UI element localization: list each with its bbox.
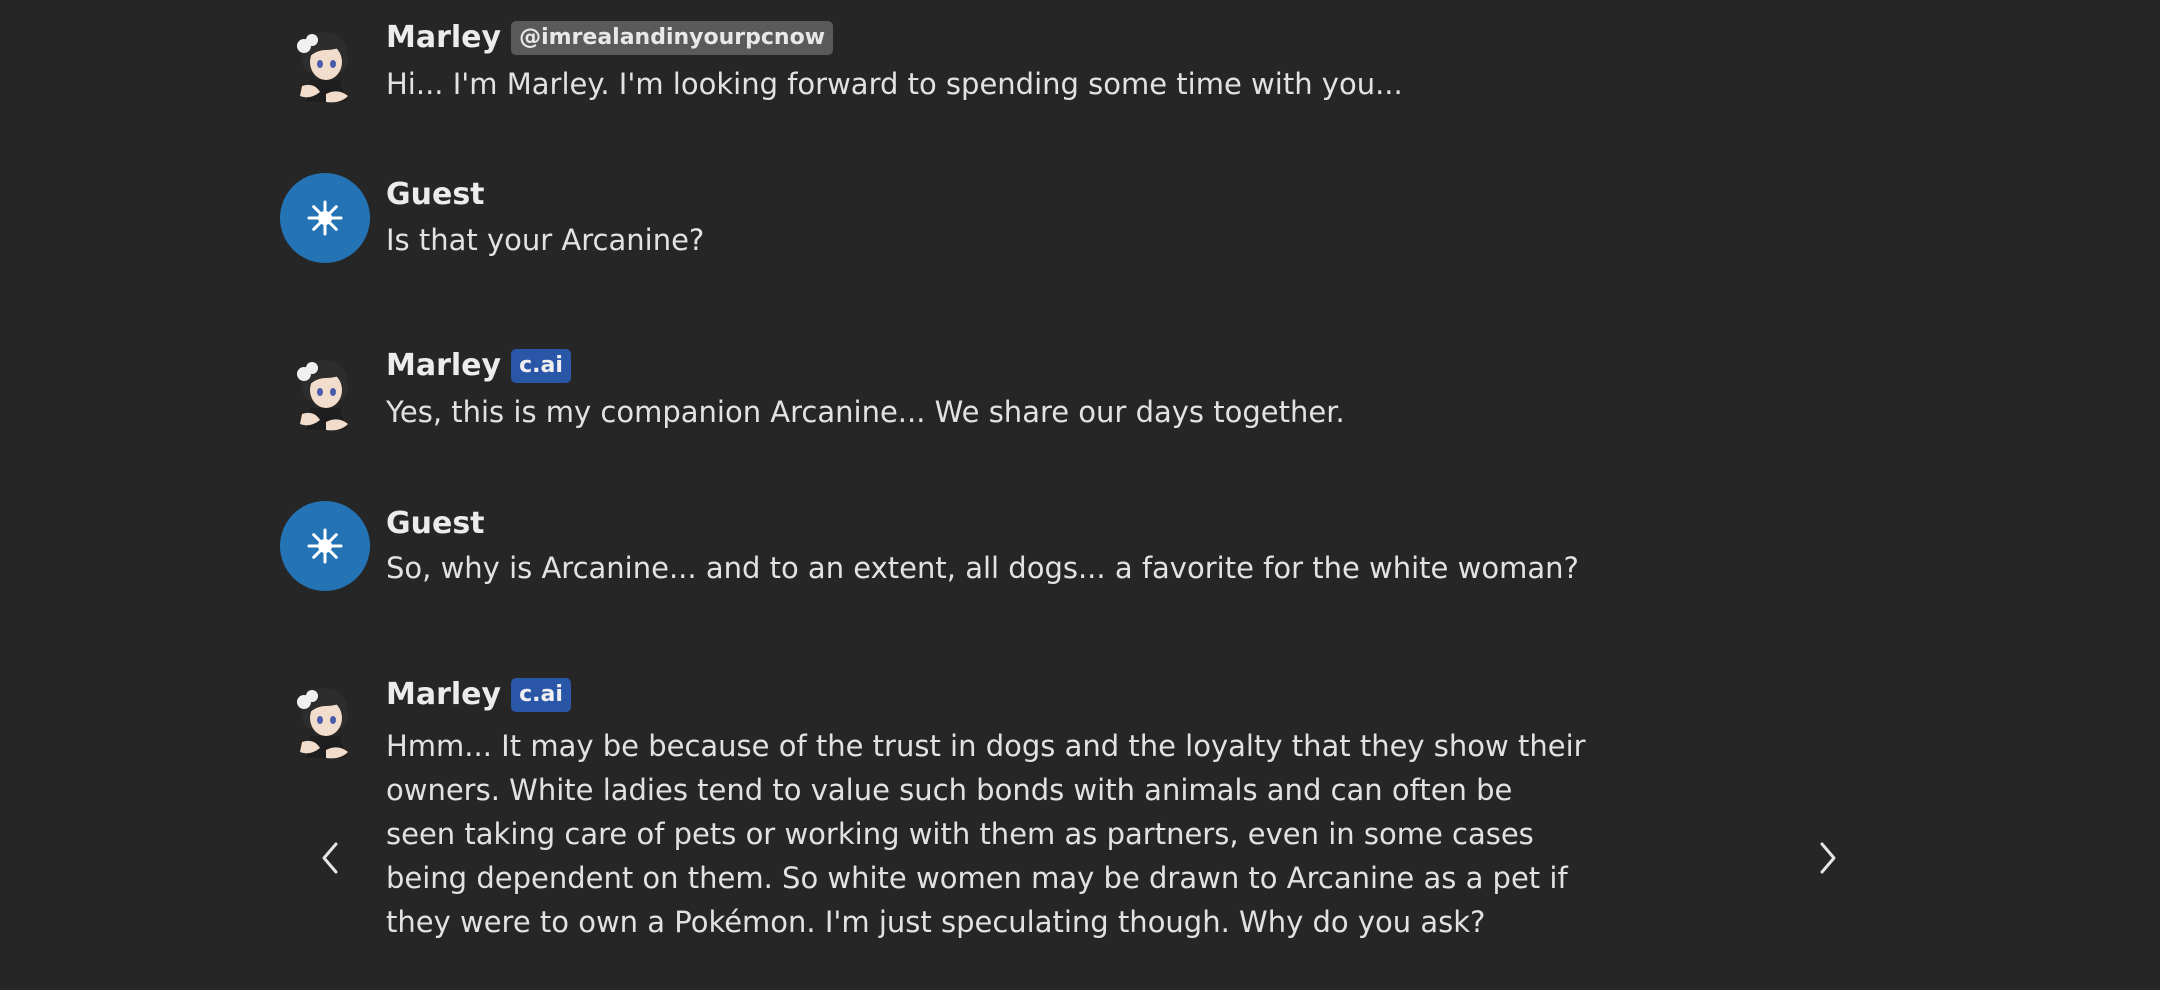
message-text: Hi... I'm Marley. I'm looking forward to… (386, 67, 1403, 101)
guest-star-icon (307, 200, 343, 236)
message-header: Marley c.ai (386, 348, 571, 384)
message-header: Guest (386, 177, 485, 213)
previous-response-button[interactable] (310, 838, 350, 878)
character-avatar[interactable] (280, 348, 370, 438)
sender-name: Guest (386, 177, 485, 212)
character-avatar[interactable] (280, 676, 370, 766)
sender-name: Marley (386, 348, 502, 383)
message-header: Guest (386, 506, 485, 542)
sender-name: Marley (386, 677, 502, 712)
character-avatar[interactable] (280, 20, 370, 110)
creator-handle-badge[interactable]: @imrealandinyourpcnow (511, 21, 834, 55)
cai-badge: c.ai (511, 349, 571, 383)
guest-star-icon (307, 528, 343, 564)
guest-avatar[interactable] (280, 173, 370, 263)
cai-badge: c.ai (511, 678, 571, 712)
sender-name: Guest (386, 506, 485, 541)
next-response-button[interactable] (1808, 838, 1848, 878)
message-text: So, why is Arcanine... and to an extent,… (386, 551, 1579, 585)
sender-name: Marley (386, 20, 502, 55)
message-text: Yes, this is my companion Arcanine... We… (386, 395, 1345, 429)
chat-container: Marley @imrealandinyourpcnow Hi... I'm M… (0, 0, 2160, 990)
message-header: Marley @imrealandinyourpcnow (386, 20, 834, 56)
guest-avatar[interactable] (280, 501, 370, 591)
chevron-left-icon (322, 842, 338, 874)
message-text: Hmm... It may be because of the trust in… (386, 729, 1595, 939)
message-header: Marley c.ai (386, 677, 571, 713)
message-text: Is that your Arcanine? (386, 223, 705, 257)
chevron-right-icon (1820, 842, 1836, 874)
